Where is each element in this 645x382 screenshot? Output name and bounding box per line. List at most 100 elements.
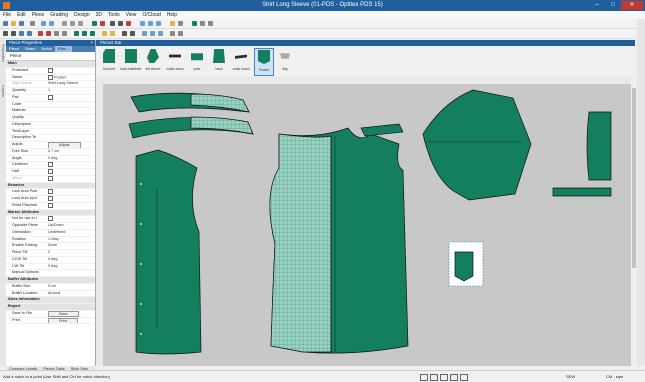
pocket-piece[interactable] [454,251,474,282]
property-value[interactable] [48,102,95,108]
property-checkbox[interactable] [48,189,53,195]
property-action-button[interactable]: Print [48,317,78,324]
property-value[interactable] [48,122,95,128]
line-icon[interactable] [62,31,67,36]
property-value[interactable] [48,108,95,114]
property-value[interactable] [48,135,95,141]
property-checkbox[interactable] [48,196,53,201]
menu-edit[interactable]: Edit [14,11,29,19]
property-value[interactable] [48,94,95,101]
notch-icon[interactable] [126,21,131,26]
property-checkbox[interactable] [48,202,53,208]
property-checkbox[interactable] [48,216,53,222]
print-icon[interactable] [30,21,35,26]
piece-thumbnail[interactable]: back interlinier [120,48,142,74]
walk-icon[interactable] [170,31,175,36]
paste-icon[interactable] [78,21,83,26]
front-left-piece[interactable] [135,149,202,355]
split-icon[interactable] [142,31,147,36]
property-value[interactable] [48,162,95,168]
merge-icon[interactable] [150,31,155,36]
property-action-button[interactable]: Save [48,310,79,317]
delete-point-icon[interactable] [46,31,51,36]
text-icon[interactable] [122,31,127,36]
snap-icon[interactable] [420,374,428,381]
piece-thumbnail[interactable]: collar stand [166,48,184,74]
property-value[interactable]: 1-Way [48,237,95,243]
buttonhole-icon[interactable] [110,31,115,36]
mirror-icon[interactable] [27,31,32,36]
property-value[interactable]: 0 deg [48,257,95,263]
marker-icon[interactable] [200,21,205,26]
piece-thumbnail[interactable]: left sleeve [144,48,162,74]
menu-3d[interactable]: 3D [93,11,105,19]
piece-thumbnail[interactable]: flap [276,48,294,74]
measure-mode-icon[interactable] [450,374,458,381]
save-icon[interactable] [19,21,24,26]
panel-object-selector[interactable]: Piece [6,52,95,61]
tab-notch[interactable]: Notch [38,46,54,52]
property-checkbox[interactable] [48,175,53,181]
menu-grading[interactable]: Grading [47,11,71,19]
point-icon[interactable] [100,21,105,26]
cuff-piece[interactable] [586,111,612,181]
piece-thumbnail[interactable]: Pocket [254,48,274,76]
property-value[interactable] [48,196,95,202]
zoom-fit-icon[interactable] [156,21,161,26]
work-area[interactable] [103,84,631,366]
yoke-piece[interactable] [360,123,404,137]
property-value[interactable]: Adjust [48,142,95,148]
property-checkbox[interactable] [48,162,53,168]
property-checkbox[interactable] [48,94,53,100]
piece-thumbnail[interactable]: yoke [188,48,206,74]
property-value[interactable] [48,169,95,175]
button-icon[interactable] [102,31,107,36]
add-point-icon[interactable] [38,31,43,36]
3d-icon[interactable] [192,21,197,26]
curve-icon[interactable] [54,31,59,36]
property-value[interactable]: Around [48,291,95,297]
pattern-canvas[interactable] [103,84,631,366]
property-value[interactable] [48,202,95,209]
property-value[interactable]: Print [48,317,95,324]
ortho-icon[interactable] [430,374,438,381]
property-value[interactable] [48,67,95,74]
property-checkbox[interactable] [48,169,53,174]
property-value[interactable]: None [48,243,95,249]
property-section-header[interactable]: Buffer Attributes [6,277,95,284]
left-sleeve-piece[interactable] [422,89,532,201]
tab-seam[interactable]: Seam [22,46,38,52]
notch-mode-icon[interactable] [460,374,468,381]
layer-icon[interactable] [178,21,183,26]
menu-file[interactable]: File [0,11,14,19]
property-value[interactable]: Up/Down [48,223,95,229]
panel-close-icon[interactable]: × [90,40,93,46]
fold-icon[interactable] [158,31,163,36]
tab-placement[interactable]: Plac... [54,46,73,52]
property-checkbox[interactable] [48,67,53,73]
redo-icon[interactable] [49,21,54,26]
match-icon[interactable] [178,31,183,36]
stitch-icon[interactable] [208,21,213,26]
grade-icon[interactable] [170,21,175,26]
placket-piece[interactable] [552,187,612,197]
select-icon[interactable] [3,31,8,36]
measure-icon[interactable] [110,21,115,26]
property-value[interactable]: Shirt Long Sleeve [48,81,95,87]
property-section-header[interactable]: Marker Attributes [6,209,95,217]
maximize-icon[interactable]: □ [605,1,621,10]
property-value[interactable]: 0 deg [48,156,95,162]
property-value[interactable]: Undefined [48,230,95,236]
property-value[interactable]: 1 [48,88,95,94]
property-value[interactable]: 0 deg [48,264,95,270]
grain-icon[interactable] [130,31,135,36]
property-action-button[interactable]: Adjust [48,142,81,148]
property-value[interactable] [48,115,95,121]
property-value[interactable] [48,216,95,222]
open-icon[interactable] [11,21,16,26]
seam-icon[interactable] [74,31,79,36]
cut-icon[interactable] [62,21,67,26]
property-section-header[interactable]: Main [6,61,95,68]
piece-thumbnail[interactable]: collar fused [232,48,250,74]
property-value[interactable] [48,189,95,195]
